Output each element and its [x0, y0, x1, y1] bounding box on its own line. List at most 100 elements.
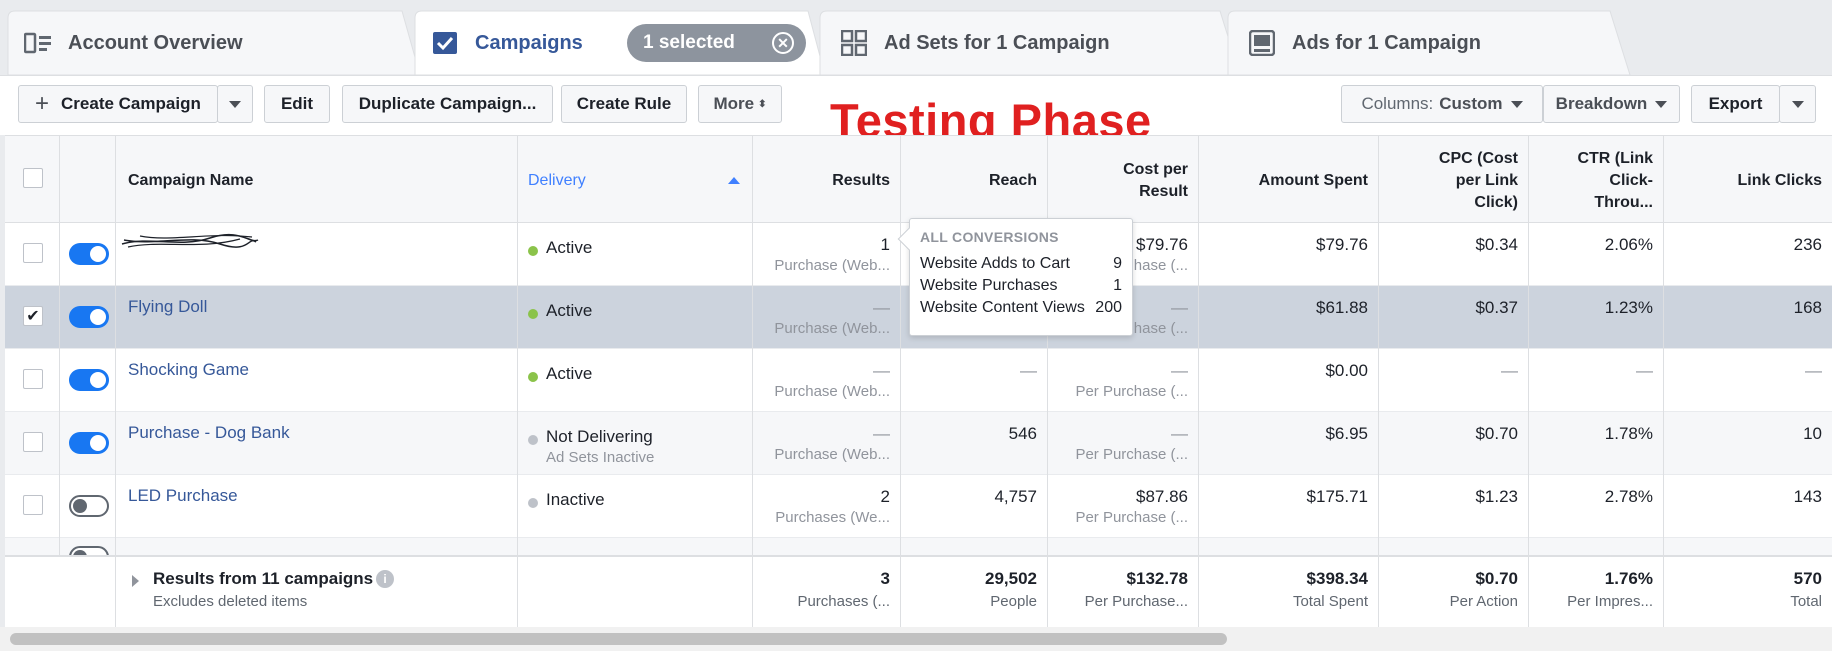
reach-value: 4,757 [994, 487, 1037, 506]
tab-bar: Account Overview Campaigns 1 selected ✕ … [0, 0, 1832, 75]
table-row[interactable]: Shocking Game Active — Purchase (Web... … [5, 349, 1832, 412]
tab-label: Account Overview [68, 31, 243, 54]
campaign-name[interactable]: LED Purchase [128, 486, 238, 506]
row-checkbox[interactable] [23, 369, 43, 389]
header-line: Cost per [1123, 161, 1188, 178]
table-row[interactable]: LED Purchase Inactive 2 Purchases (We...… [5, 475, 1832, 538]
tab-ads[interactable]: Ads for 1 Campaign [1248, 11, 1481, 75]
header-cpc[interactable]: CPC (Cost per Link Click) [1385, 148, 1518, 214]
select-all-checkbox[interactable] [23, 168, 43, 188]
plus-icon: + [35, 90, 50, 117]
campaign-name[interactable]: Shocking Game [128, 360, 249, 380]
campaign-name[interactable]: Flying Doll [128, 297, 207, 317]
header-ctr[interactable]: CTR (Link Click- Throu... [1535, 148, 1653, 214]
tooltip-item-value: 9 [1113, 255, 1122, 272]
row-checkbox-checked[interactable]: ✔ [23, 306, 43, 326]
cpc-value: $0.37 [1475, 298, 1518, 317]
row-checkbox[interactable] [23, 495, 43, 515]
header-link-clicks[interactable]: Link Clicks [1675, 170, 1822, 192]
header-line: CTR (Link [1577, 150, 1653, 167]
summary-ctr-sub: Per Impres... [1567, 593, 1653, 610]
column-divider [1528, 135, 1529, 555]
expand-triangle-icon[interactable] [132, 575, 139, 587]
ctr-value: 2.06% [1604, 235, 1653, 254]
breakdown-dropdown[interactable]: Breakdown [1543, 85, 1680, 123]
column-divider [115, 135, 116, 555]
cost-per-result-type: Per Purchase (... [1075, 383, 1188, 400]
tab-label: Campaigns [475, 31, 583, 54]
results-value: 1 [880, 235, 890, 254]
results-value: 2 [880, 487, 890, 506]
tab-account-overview[interactable]: Account Overview [24, 11, 243, 75]
conversions-tooltip: ALL CONVERSIONS Website Adds to Cart 9 W… [897, 218, 1133, 336]
tab-label: Ads for 1 Campaign [1292, 31, 1481, 54]
create-dropdown-button[interactable] [217, 85, 253, 123]
delivery-status: Active [546, 364, 593, 383]
row-checkbox[interactable] [23, 432, 43, 452]
campaign-toggle-off[interactable] [69, 546, 109, 555]
header-amount-spent[interactable]: Amount Spent [1205, 170, 1368, 192]
edit-button[interactable]: Edit [264, 85, 330, 123]
create-campaign-button[interactable]: + Create Campaign [18, 85, 218, 123]
chevron-down-icon [1510, 100, 1523, 108]
results-type: Purchase (Web... [774, 320, 890, 337]
export-dropdown-button[interactable] [1779, 85, 1816, 123]
tab-campaigns[interactable]: Campaigns [431, 11, 583, 75]
ctr-value: 2.78% [1604, 487, 1653, 506]
table-header: Campaign Name Delivery Results Reach Cos… [5, 135, 1832, 223]
campaign-toggle[interactable] [69, 369, 109, 391]
sort-caret-icon: ⬍ [758, 98, 767, 110]
cost-per-result-value: — [1171, 424, 1188, 443]
header-campaign-name[interactable]: Campaign Name [128, 170, 253, 192]
row-checkbox[interactable] [23, 243, 43, 263]
table-row[interactable]: Purchase - Dog Bank Not Delivering Ad Se… [5, 412, 1832, 475]
selection-badge[interactable]: 1 selected ✕ [627, 24, 806, 62]
header-results[interactable]: Results [758, 170, 890, 192]
cpc-value: — [1501, 361, 1518, 380]
tooltip-item: Website Adds to Cart 9 [920, 253, 1122, 275]
amount-spent-value: $175.71 [1306, 487, 1368, 506]
breakdown-label: Breakdown [1555, 94, 1648, 113]
tab-ad-sets[interactable]: Ad Sets for 1 Campaign [840, 11, 1110, 75]
delivery-status: Not Delivering [546, 427, 653, 446]
campaign-toggle[interactable] [69, 306, 109, 328]
header-delivery[interactable]: Delivery [528, 170, 586, 192]
link-clicks-value: 168 [1793, 298, 1822, 317]
duplicate-campaign-button[interactable]: Duplicate Campaign... [342, 85, 553, 123]
summary-cpc: $0.70 [1475, 569, 1518, 588]
table-row-partial[interactable] [5, 538, 1832, 555]
columns-dropdown[interactable]: Columns: Custom [1341, 85, 1543, 123]
tooltip-item-label: Website Content Views [920, 299, 1085, 316]
campaign-name[interactable]: Purchase - Dog Bank [128, 423, 290, 443]
create-campaign-label: Create Campaign [61, 94, 201, 113]
header-cost-per-result[interactable]: Cost per Result [1055, 159, 1188, 203]
scrollbar-thumb[interactable] [10, 633, 1227, 645]
horizontal-scrollbar[interactable] [0, 627, 1832, 651]
more-button[interactable]: More ⬍ [698, 85, 782, 123]
summary-reach: 29,502 [985, 569, 1037, 588]
columns-value: Custom [1439, 94, 1503, 113]
campaign-toggle[interactable] [69, 243, 109, 265]
cpc-value: $0.34 [1475, 235, 1518, 254]
ctr-value: 1.23% [1604, 298, 1653, 317]
clear-selection-icon[interactable]: ✕ [772, 32, 794, 54]
header-reach[interactable]: Reach [905, 170, 1037, 192]
header-line: Click) [1474, 194, 1518, 211]
export-button[interactable]: Export [1691, 85, 1780, 123]
create-rule-label: Create Rule [576, 94, 672, 113]
cpc-value: $0.70 [1475, 424, 1518, 443]
campaign-toggle[interactable] [69, 432, 109, 454]
tooltip-item: Website Purchases 1 [920, 275, 1122, 297]
chevron-down-icon [1791, 100, 1804, 108]
chevron-down-icon [229, 100, 241, 108]
campaign-toggle-off[interactable] [69, 495, 109, 517]
link-clicks-value: 10 [1803, 424, 1822, 443]
column-divider [115, 557, 116, 629]
summary-reach-sub: People [990, 593, 1037, 610]
create-rule-button[interactable]: Create Rule [561, 85, 687, 123]
tooltip-title: ALL CONVERSIONS [920, 229, 1059, 245]
info-icon[interactable]: i [376, 570, 394, 588]
column-divider [752, 557, 753, 629]
delivery-status: Inactive [546, 490, 605, 509]
tooltip-item-label: Website Adds to Cart [920, 255, 1070, 272]
